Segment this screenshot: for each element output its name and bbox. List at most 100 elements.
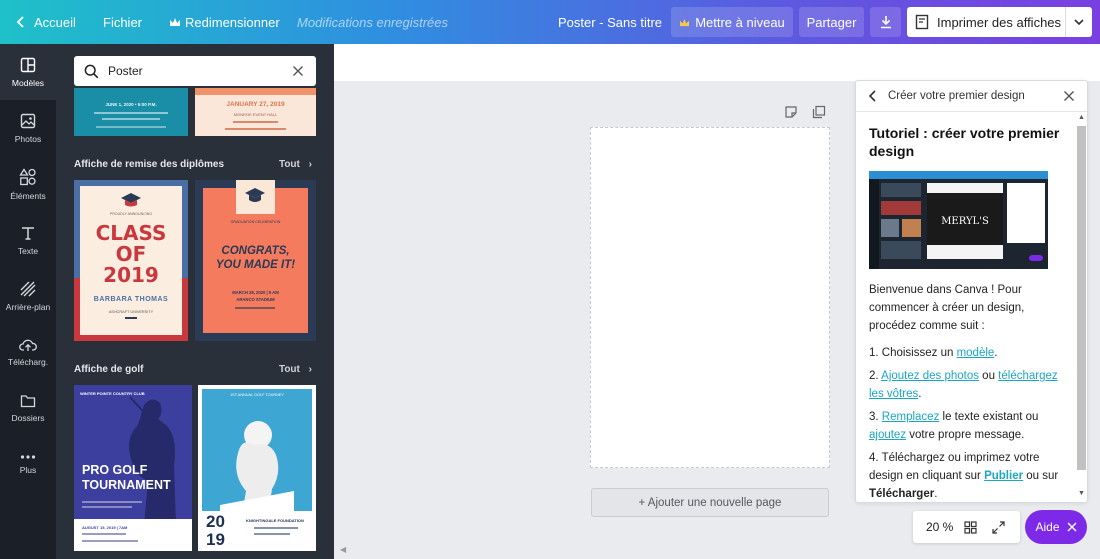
print-posters-button[interactable]: Imprimer des affiches bbox=[907, 7, 1065, 37]
graduation-cap-icon bbox=[121, 193, 141, 207]
duplicate-page-icon[interactable] bbox=[812, 105, 826, 119]
preview-button bbox=[1029, 255, 1043, 261]
upgrade-button[interactable]: Mettre à niveau bbox=[671, 7, 793, 37]
preview-thumb bbox=[881, 183, 921, 197]
step-text: 1. Choisissez un bbox=[869, 347, 957, 359]
rail-label: Télécharg. bbox=[7, 356, 49, 367]
scroll-up-icon[interactable]: ▲ bbox=[1078, 114, 1085, 121]
help-button[interactable]: Aide bbox=[1025, 510, 1087, 544]
poster-headline: CLASS OF 2019 bbox=[74, 223, 188, 286]
templates-link[interactable]: modèle bbox=[957, 347, 995, 359]
step-text: . bbox=[918, 388, 922, 400]
close-icon[interactable] bbox=[1063, 90, 1075, 102]
publish-link[interactable]: Publier bbox=[984, 470, 1023, 482]
template-thumb-golf-tourney[interactable]: 1ST ANNUAL GOLF TOURNEY 20 19 KNIGHTINGA… bbox=[198, 385, 316, 551]
print-options-dropdown[interactable] bbox=[1065, 7, 1092, 37]
poster-name: BARBARA THOMAS bbox=[93, 296, 169, 303]
rail-item-uploads[interactable]: Télécharg. bbox=[0, 324, 56, 380]
golfer-silhouette bbox=[129, 396, 176, 525]
preview-thumb bbox=[881, 201, 921, 215]
rail-item-text[interactable]: Texte bbox=[0, 212, 56, 268]
download-bold-text: Télécharger bbox=[869, 488, 935, 500]
top-bar: Accueil Fichier Redimensionner Modificat… bbox=[0, 0, 1100, 44]
upgrade-label: Mettre à niveau bbox=[695, 14, 785, 30]
see-all-golf[interactable]: Tout › bbox=[279, 364, 312, 375]
thumb-line bbox=[225, 128, 286, 130]
headline-line: CONGRATS, bbox=[221, 245, 290, 257]
scroll-down-icon[interactable]: ▼ bbox=[1078, 490, 1085, 497]
rail-item-more[interactable]: Plus bbox=[0, 436, 56, 492]
elements-icon bbox=[19, 167, 36, 185]
share-button[interactable]: Partager bbox=[799, 7, 864, 37]
headline-line: YOU MADE IT! bbox=[215, 259, 296, 271]
poster-header: 1ST ANNUAL GOLF TOURNEY bbox=[230, 393, 284, 397]
document-title[interactable]: Poster - Sans titre bbox=[558, 0, 662, 44]
see-all-label: Tout bbox=[278, 159, 300, 170]
more-icon bbox=[20, 454, 36, 459]
thumb-line bbox=[94, 112, 168, 114]
preview-thumb bbox=[881, 241, 921, 259]
replace-link[interactable]: Remplacez bbox=[882, 411, 940, 423]
rail-label: Plus bbox=[19, 464, 37, 475]
folder-icon bbox=[20, 394, 36, 407]
rail-item-background[interactable]: Arrière-plan bbox=[0, 268, 56, 324]
help-header-title: Créer votre premier design bbox=[888, 90, 1025, 102]
thumb-line bbox=[125, 317, 137, 319]
add-photos-link[interactable]: Ajoutez des photos bbox=[881, 370, 979, 382]
template-thumb-pro-golf[interactable]: WINTER POINTE COUNTRY CLUB PRO GOLF TOUR… bbox=[74, 385, 192, 551]
thumb-line bbox=[82, 506, 132, 508]
preview-menu bbox=[1007, 183, 1045, 243]
template-thumb[interactable]: JUNE 1, 2020 • 5:00 P.M. bbox=[74, 88, 188, 136]
file-menu-button[interactable]: Fichier bbox=[103, 0, 142, 44]
zoom-controls: 20 % bbox=[913, 511, 1020, 543]
preview-rail bbox=[869, 179, 879, 269]
thumb-small-text: GRADUATION CELEBRATION bbox=[230, 220, 281, 224]
thumb-text: MONROE EVENT HALL bbox=[233, 112, 278, 117]
rail-item-elements[interactable]: Éléments bbox=[0, 156, 56, 212]
tutorial-preview-image: MERYL'S bbox=[869, 171, 1048, 269]
step-text: 3. bbox=[869, 411, 882, 423]
resize-label: Redimensionner bbox=[185, 14, 280, 30]
text-icon bbox=[22, 226, 34, 240]
poster-headline: PRO GOLF TOURNAMENT bbox=[82, 463, 171, 493]
thumb-band bbox=[195, 88, 316, 95]
chevron-right-icon: › bbox=[308, 364, 312, 375]
step-text: . bbox=[994, 347, 998, 359]
clear-icon[interactable] bbox=[292, 65, 304, 77]
resize-button[interactable]: Redimensionner bbox=[169, 0, 280, 44]
template-thumb-class-of-2019[interactable]: PROUDLY ANNOUNCING CLASS OF 2019 BARBARA… bbox=[74, 180, 188, 341]
add-text-link[interactable]: ajoutez bbox=[869, 429, 906, 441]
search-box[interactable]: Poster bbox=[74, 56, 316, 86]
rail-item-photos[interactable]: Photos bbox=[0, 100, 56, 156]
headline-line: TOURNAMENT bbox=[82, 478, 171, 492]
template-thumb-congrats[interactable]: GRADUATION CELEBRATION CONGRATS, YOU MAD… bbox=[195, 180, 316, 341]
thumb-line bbox=[233, 121, 278, 123]
poster-date: MARCH 28, 2020 | 9 AM bbox=[232, 290, 279, 295]
grid-view-icon[interactable] bbox=[964, 520, 977, 534]
zoom-level[interactable]: 20 % bbox=[926, 520, 956, 534]
home-button[interactable]: Accueil bbox=[14, 0, 76, 44]
step-text: . bbox=[934, 488, 938, 500]
help-panel: Créer votre premier design Tutoriel : cr… bbox=[855, 80, 1088, 503]
rail-label: Texte bbox=[17, 245, 39, 256]
fullscreen-icon[interactable] bbox=[992, 520, 1005, 534]
poster-footer: AUGUST 15, 2019 | 7AM bbox=[82, 525, 128, 530]
golf-glove-illustration bbox=[220, 421, 294, 515]
design-page[interactable] bbox=[590, 127, 830, 468]
crown-icon bbox=[170, 18, 180, 26]
add-page-button[interactable]: + Ajouter une nouvelle page bbox=[591, 488, 829, 517]
search-icon bbox=[84, 64, 99, 78]
template-thumb[interactable]: JANUARY 27, 2019 MONROE EVENT HALL bbox=[195, 88, 316, 136]
scroll-thumb[interactable] bbox=[1077, 126, 1086, 470]
help-scrollbar[interactable]: ▲ ▼ bbox=[1075, 114, 1086, 502]
year-line: 20 bbox=[206, 512, 225, 531]
note-icon[interactable] bbox=[784, 105, 798, 119]
back-icon[interactable] bbox=[868, 90, 877, 102]
see-all-graduation[interactable]: Tout › bbox=[279, 159, 312, 170]
search-input[interactable]: Poster bbox=[108, 64, 292, 78]
rail-item-folders[interactable]: Dossiers bbox=[0, 380, 56, 436]
download-button[interactable] bbox=[870, 7, 901, 37]
scroll-left-icon[interactable]: ◀ bbox=[340, 545, 346, 554]
tutorial-intro: Bienvenue dans Canva ! Pour commencer à … bbox=[869, 284, 1025, 332]
rail-item-templates[interactable]: Modèles bbox=[0, 44, 56, 100]
